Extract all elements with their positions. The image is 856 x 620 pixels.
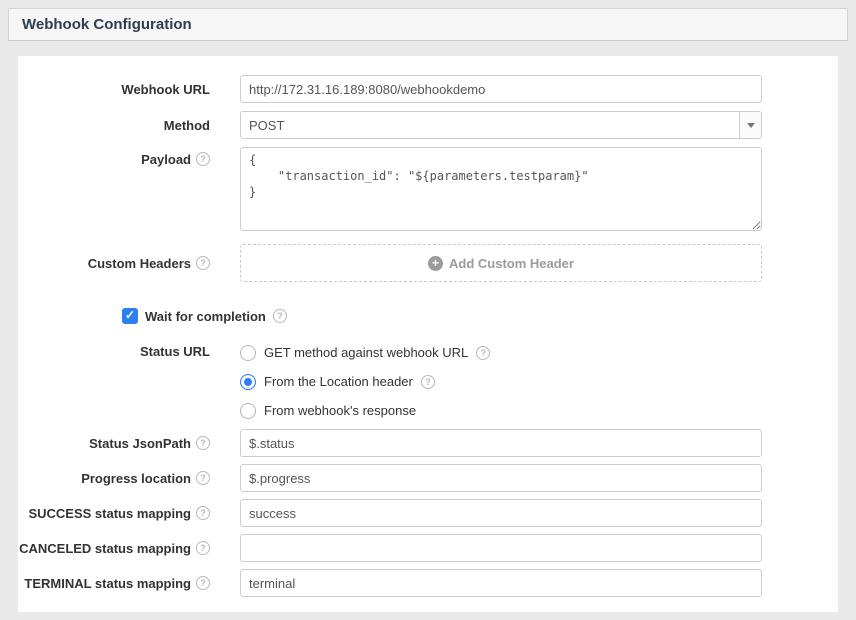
wait-for-completion-row[interactable]: Wait for completion ? (122, 306, 838, 326)
payload-row: Payload ? { "transaction_id": "${paramet… (18, 147, 838, 236)
status-url-row: Status URL GET method against webhook UR… (18, 338, 838, 425)
success-mapping-row: SUCCESS status mapping ? (18, 499, 838, 527)
webhook-configuration-page: Webhook Configuration Webhook URL Method… (0, 0, 856, 620)
canceled-mapping-row: CANCELED status mapping ? (18, 534, 838, 562)
help-icon[interactable]: ? (196, 152, 210, 166)
progress-location-label: Progress location (81, 471, 191, 486)
method-label: Method (164, 118, 210, 133)
canceled-mapping-input[interactable] (240, 534, 762, 562)
help-icon[interactable]: ? (273, 309, 287, 323)
payload-textarea[interactable]: { "transaction_id": "${parameters.testpa… (240, 147, 762, 231)
success-mapping-label: SUCCESS status mapping (28, 506, 191, 521)
status-url-option-location[interactable]: From the Location header ? (240, 367, 762, 396)
method-select-value: POST (249, 118, 284, 133)
progress-location-input[interactable] (240, 464, 762, 492)
help-icon[interactable]: ? (196, 471, 210, 485)
terminal-mapping-input[interactable] (240, 569, 762, 597)
add-custom-header-button[interactable]: + Add Custom Header (428, 256, 574, 271)
status-jsonpath-input[interactable] (240, 429, 762, 457)
chevron-down-icon (739, 112, 761, 138)
help-icon[interactable]: ? (196, 541, 210, 555)
webhook-url-row: Webhook URL (18, 75, 838, 103)
payload-label: Payload (141, 152, 191, 167)
help-icon[interactable]: ? (476, 346, 490, 360)
plus-icon: + (428, 256, 443, 271)
status-jsonpath-label: Status JsonPath (89, 436, 191, 451)
help-icon[interactable]: ? (196, 436, 210, 450)
status-url-option-response-label[interactable]: From webhook's response (264, 403, 416, 418)
method-row: Method POST (18, 111, 838, 139)
webhook-form-card: Webhook URL Method POST Payload ? (18, 56, 838, 612)
webhook-url-label: Webhook URL (121, 82, 210, 97)
wait-for-completion-label[interactable]: Wait for completion (145, 309, 266, 324)
help-icon[interactable]: ? (196, 506, 210, 520)
radio-button-icon[interactable] (240, 374, 256, 390)
success-mapping-input[interactable] (240, 499, 762, 527)
help-icon[interactable]: ? (196, 256, 210, 270)
method-select[interactable]: POST (240, 111, 762, 139)
status-url-option-response[interactable]: From webhook's response (240, 396, 762, 425)
radio-button-icon[interactable] (240, 345, 256, 361)
canceled-mapping-label: CANCELED status mapping (19, 541, 191, 556)
custom-headers-box: + Add Custom Header (240, 244, 762, 282)
custom-headers-row: Custom Headers ? + Add Custom Header (18, 244, 838, 282)
terminal-mapping-label: TERMINAL status mapping (24, 576, 191, 591)
progress-location-row: Progress location ? (18, 464, 838, 492)
help-icon[interactable]: ? (421, 375, 435, 389)
wait-for-completion-checkbox[interactable] (122, 308, 138, 324)
webhook-url-input[interactable] (240, 75, 762, 103)
status-url-option-get[interactable]: GET method against webhook URL ? (240, 338, 762, 367)
add-custom-header-label: Add Custom Header (449, 256, 574, 271)
status-url-option-get-label[interactable]: GET method against webhook URL (264, 345, 468, 360)
status-url-label: Status URL (140, 344, 210, 359)
panel-header: Webhook Configuration (8, 8, 848, 41)
terminal-mapping-row: TERMINAL status mapping ? (18, 569, 838, 597)
radio-button-icon[interactable] (240, 403, 256, 419)
help-icon[interactable]: ? (196, 576, 210, 590)
status-jsonpath-row: Status JsonPath ? (18, 429, 838, 457)
page-title: Webhook Configuration (22, 16, 192, 33)
custom-headers-label: Custom Headers (88, 256, 191, 271)
status-url-option-location-label[interactable]: From the Location header (264, 374, 413, 389)
